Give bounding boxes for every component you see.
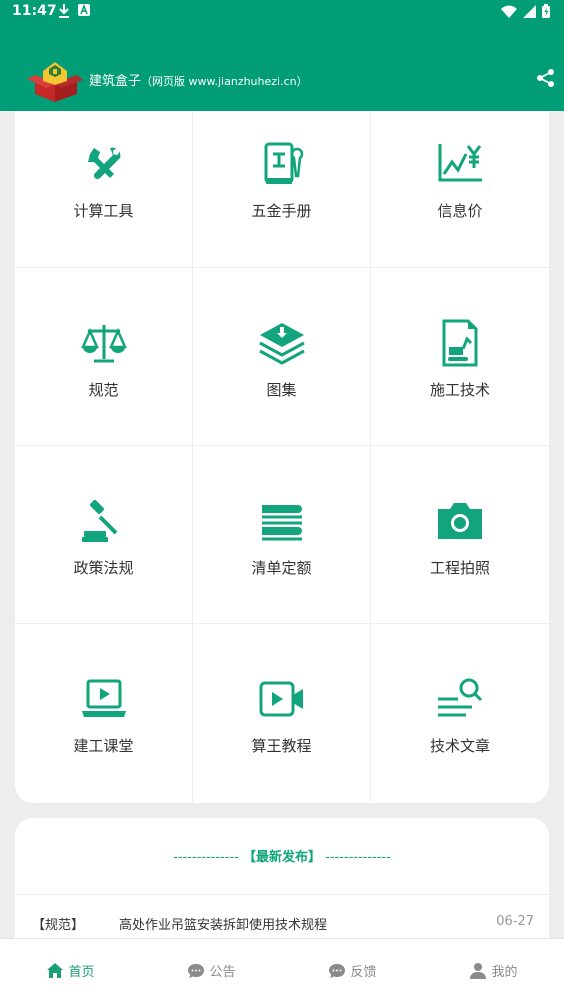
video-camera-icon bbox=[259, 681, 303, 717]
app-notification-icon bbox=[78, 4, 90, 16]
scale-icon bbox=[80, 325, 127, 363]
user-icon bbox=[470, 962, 487, 979]
status-bar: 11:47 bbox=[0, 0, 564, 24]
feedback-icon bbox=[329, 963, 346, 978]
tools-icon bbox=[87, 147, 120, 180]
tab-label: 公告 bbox=[209, 965, 236, 980]
news-date: 06-27 bbox=[496, 914, 534, 929]
grid-item-calc-tools[interactable]: 计算工具 bbox=[15, 111, 193, 268]
grid-item-label: 图集 bbox=[266, 381, 297, 399]
feature-grid-card: 计算工具 五金手册 信息价 规范 图集 施工技术 政策法规 清单定额 工程拍照 … bbox=[15, 111, 549, 803]
download-icon bbox=[59, 4, 69, 18]
grid-item-label: 施工技术 bbox=[429, 381, 490, 399]
chat-icon bbox=[188, 963, 205, 978]
camera-icon bbox=[438, 503, 482, 539]
feature-grid: 计算工具 五金手册 信息价 规范 图集 施工技术 政策法规 清单定额 工程拍照 … bbox=[15, 111, 549, 803]
grid-item-label: 信息价 bbox=[437, 202, 483, 220]
grid-item-label: 算王教程 bbox=[251, 737, 312, 755]
tab-label: 我的 bbox=[491, 965, 518, 980]
laptop-play-icon bbox=[81, 679, 126, 717]
grid-item-label: 技术文章 bbox=[429, 737, 490, 755]
news-header-dashes-left: -------------- bbox=[173, 850, 239, 865]
grid-item-hardware-manual[interactable]: 五金手册 bbox=[193, 111, 371, 268]
grid-item-policy[interactable]: 政策法规 bbox=[15, 446, 193, 624]
bottom-tab-bar: 首页 公告 反馈 我的 bbox=[0, 938, 564, 1004]
layers-icon bbox=[258, 323, 305, 365]
tab-label: 首页 bbox=[68, 965, 95, 980]
wifi-icon bbox=[501, 5, 517, 18]
grid-item-label: 清单定额 bbox=[251, 559, 312, 577]
app-header: 11:47 建筑盒子（网页版 www.jianzhuhezi.cn） bbox=[0, 0, 564, 111]
gavel-icon bbox=[81, 500, 117, 542]
tab-announcement[interactable]: 公告 bbox=[141, 939, 282, 1004]
news-tag: 【规范】 bbox=[32, 918, 85, 933]
divider bbox=[15, 894, 549, 895]
news-list-item[interactable]: 【规范】 高处作业吊篮安装拆卸使用技术规程 06-27 bbox=[15, 914, 549, 934]
battery-icon bbox=[542, 4, 550, 18]
grid-item-label: 政策法规 bbox=[73, 559, 134, 577]
grid-item-tech-articles[interactable]: 技术文章 bbox=[371, 624, 549, 803]
news-header-title: 【最新发布】 bbox=[242, 850, 321, 865]
grid-item-standards[interactable]: 规范 bbox=[15, 268, 193, 446]
tab-profile[interactable]: 我的 bbox=[423, 939, 564, 1004]
grid-item-suanwang-tutorial[interactable]: 算王教程 bbox=[193, 624, 371, 803]
status-time: 11:47 bbox=[12, 3, 57, 19]
grid-item-bill-quota[interactable]: 清单定额 bbox=[193, 446, 371, 624]
tab-label: 反馈 bbox=[350, 965, 377, 980]
manual-icon bbox=[264, 142, 303, 184]
grid-item-label: 计算工具 bbox=[73, 202, 134, 220]
grid-item-atlas[interactable]: 图集 bbox=[193, 268, 371, 446]
share-icon[interactable] bbox=[536, 68, 556, 88]
grid-item-project-photo[interactable]: 工程拍照 bbox=[371, 446, 549, 624]
search-list-icon bbox=[438, 678, 483, 717]
grid-item-construction-tech[interactable]: 施工技术 bbox=[371, 268, 549, 446]
grid-item-build-class[interactable]: 建工课堂 bbox=[15, 624, 193, 803]
excavator-doc-icon bbox=[442, 319, 478, 367]
price-chart-icon bbox=[438, 144, 482, 182]
grid-item-label: 规范 bbox=[88, 381, 119, 399]
app-title-subtitle: （网页版 www.jianzhuhezi.cn） bbox=[141, 75, 308, 88]
tab-home[interactable]: 首页 bbox=[0, 939, 141, 1004]
latest-news-card: -------------- 【最新发布】 -------------- 【规范… bbox=[15, 818, 549, 948]
home-icon bbox=[47, 962, 64, 978]
grid-item-info-price[interactable]: 信息价 bbox=[371, 111, 549, 268]
grid-item-label: 建工课堂 bbox=[73, 737, 134, 755]
app-title-main: 建筑盒子 bbox=[89, 74, 142, 89]
logo-box-icon bbox=[27, 62, 83, 102]
latest-news-header: -------------- 【最新发布】 -------------- bbox=[15, 846, 549, 865]
news-title: 高处作业吊篮安装拆卸使用技术规程 bbox=[119, 918, 328, 933]
grid-item-label: 工程拍照 bbox=[429, 559, 490, 577]
grid-item-label: 五金手册 bbox=[251, 202, 312, 220]
books-icon bbox=[261, 505, 302, 541]
tab-feedback[interactable]: 反馈 bbox=[282, 939, 423, 1004]
news-header-dashes-right: -------------- bbox=[325, 850, 391, 865]
signal-icon bbox=[523, 4, 536, 18]
app-title: 建筑盒子（网页版 www.jianzhuhezi.cn） bbox=[89, 70, 308, 89]
